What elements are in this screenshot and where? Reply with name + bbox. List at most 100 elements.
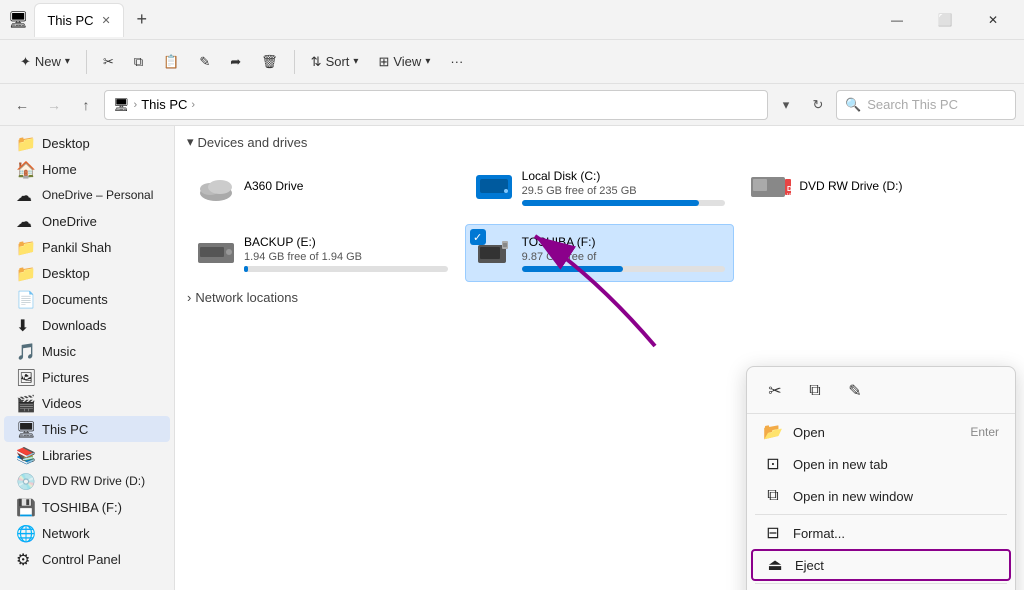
sidebar-item-pankil[interactable]: 📁 Pankil Shah	[4, 234, 170, 260]
tab-label: This PC	[47, 13, 93, 28]
drive-d[interactable]: D VD DVD RW Drive (D:)	[742, 158, 1012, 216]
sidebar-item-dvd[interactable]: 💿 DVD RW Drive (D:)	[4, 468, 170, 494]
delete-button[interactable]: 🗑	[253, 50, 286, 74]
cm-open-window-label: Open in new window	[793, 489, 999, 504]
eject-icon: ⏏	[765, 555, 785, 575]
main-tab[interactable]: This PC ✕	[34, 3, 123, 37]
cm-rename-button[interactable]: ✎	[839, 375, 871, 407]
svg-text:D: D	[787, 186, 791, 193]
drive-c-name: Local Disk (C:)	[522, 169, 726, 183]
sidebar-item-label: Libraries	[42, 448, 92, 463]
cloud-drive-icon	[196, 167, 236, 207]
copy-icon: ⧉	[134, 54, 143, 70]
sidebar-item-downloads[interactable]: ⬇ Downloads	[4, 312, 170, 338]
up-button[interactable]: ↑	[72, 91, 100, 119]
more-button[interactable]: ···	[442, 50, 471, 73]
new-dropdown-icon: ▾	[65, 56, 70, 67]
drive-c-info: Local Disk (C:) 29.5 GB free of 235 GB	[522, 169, 726, 206]
address-dropdown-button[interactable]: ▾	[772, 91, 800, 119]
folder-icon: 📁	[16, 134, 34, 152]
copy-button[interactable]: ⧉	[126, 50, 151, 74]
refresh-button[interactable]: ↻	[804, 91, 832, 119]
drive-a360[interactable]: A360 Drive	[187, 158, 457, 216]
sidebar-item-desktop2[interactable]: 📁 Desktop	[4, 260, 170, 286]
sidebar-item-label: Pankil Shah	[42, 240, 111, 255]
sidebar-item-documents[interactable]: 📄 Documents	[4, 286, 170, 312]
cm-pin-quick-item[interactable]: 📌 Pin to Quick access	[747, 586, 1015, 590]
cut-button[interactable]: ✂	[95, 50, 122, 74]
restore-button[interactable]: ⬜	[922, 4, 968, 36]
sidebar-item-music[interactable]: 🎵 Music	[4, 338, 170, 364]
usb-icon: 💾	[16, 498, 34, 516]
sort-button[interactable]: ⇅ Sort ▾	[303, 50, 367, 74]
document-icon: 📄	[16, 290, 34, 308]
sidebar-item-label: This PC	[42, 422, 88, 437]
open-window-icon: ⧉	[763, 486, 783, 506]
network-icon: 🌐	[16, 524, 34, 542]
paste-button[interactable]: 📋	[155, 50, 187, 74]
drive-e-name: BACKUP (E:)	[244, 235, 448, 249]
sidebar-item-label: Downloads	[42, 318, 106, 333]
sidebar-item-videos[interactable]: 🎬 Videos	[4, 390, 170, 416]
sidebar-item-desktop[interactable]: 📁 Desktop	[4, 130, 170, 156]
sidebar-item-network[interactable]: 🌐 Network	[4, 520, 170, 546]
paste-icon: 📋	[163, 54, 179, 70]
sidebar: 📁 Desktop 🏠 Home ☁ OneDrive – Personal ☁…	[0, 126, 175, 590]
search-placeholder: Search This PC	[867, 97, 958, 112]
view-dropdown-icon: ▾	[425, 56, 430, 67]
network-section-label: Network locations	[195, 290, 298, 305]
cm-open-item[interactable]: 📂 Open Enter	[747, 416, 1015, 448]
sidebar-item-onedrive-personal[interactable]: ☁ OneDrive – Personal	[4, 182, 170, 208]
path-segment-thispc: This PC	[141, 97, 187, 112]
sidebar-item-label: TOSHIBA (F:)	[42, 500, 122, 515]
sidebar-item-controlpanel[interactable]: ⚙ Control Panel	[4, 546, 170, 572]
format-icon: ⊟	[763, 523, 783, 543]
network-collapse-icon: ›	[187, 290, 191, 305]
rename-button[interactable]: ✎	[191, 50, 218, 74]
close-button[interactable]: ✕	[970, 4, 1016, 36]
address-path[interactable]: 🖥 › This PC ›	[104, 90, 768, 120]
hdd-icon	[474, 167, 514, 207]
folder-icon: 📁	[16, 264, 34, 282]
sidebar-item-thispc[interactable]: 🖥 This PC	[4, 416, 170, 442]
sidebar-item-toshiba[interactable]: 💾 TOSHIBA (F:)	[4, 494, 170, 520]
view-button[interactable]: ⊞ View ▾	[370, 50, 438, 74]
sidebar-item-pictures[interactable]: 🖼 Pictures	[4, 364, 170, 390]
forward-button[interactable]: →	[40, 91, 68, 119]
cm-format-label: Format...	[793, 526, 999, 541]
network-section-header[interactable]: › Network locations	[187, 290, 1012, 305]
tab-close-button[interactable]: ✕	[102, 14, 111, 27]
videos-icon: 🎬	[16, 394, 34, 412]
cm-eject-item[interactable]: ⏏ Eject	[751, 549, 1011, 581]
path-separator-1: ›	[134, 99, 138, 111]
sidebar-item-libraries[interactable]: 📚 Libraries	[4, 442, 170, 468]
sidebar-item-label: Control Panel	[42, 552, 121, 567]
cm-open-new-window-item[interactable]: ⧉ Open in new window	[747, 480, 1015, 512]
cm-copy-button[interactable]: ⧉	[799, 375, 831, 407]
minimize-button[interactable]: —	[874, 4, 920, 36]
back-button[interactable]: ←	[8, 91, 36, 119]
sidebar-item-home[interactable]: 🏠 Home	[4, 156, 170, 182]
drive-c-space: 29.5 GB free of 235 GB	[522, 185, 726, 197]
delete-icon: 🗑	[261, 54, 278, 70]
sort-dropdown-icon: ▾	[353, 56, 358, 67]
cloud-icon: ☁	[16, 186, 34, 204]
search-box[interactable]: 🔍 Search This PC	[836, 90, 1016, 120]
new-tab-button[interactable]: +	[128, 6, 156, 34]
cm-open-new-tab-item[interactable]: ⊡ Open in new tab	[747, 448, 1015, 480]
drive-e[interactable]: BACKUP (E:) 1.94 GB free of 1.94 GB	[187, 224, 457, 282]
open-tab-icon: ⊡	[763, 454, 783, 474]
devices-section-header[interactable]: ▾ Devices and drives	[187, 134, 1012, 150]
drive-c[interactable]: Local Disk (C:) 29.5 GB free of 235 GB	[465, 158, 735, 216]
pictures-icon: 🖼	[16, 368, 34, 386]
music-icon: 🎵	[16, 342, 34, 360]
drive-f-checkbox: ✓	[470, 229, 486, 245]
controlpanel-icon: ⚙	[16, 550, 34, 568]
download-icon: ⬇	[16, 316, 34, 334]
new-button[interactable]: ✦ New ▾	[12, 50, 78, 74]
share-button[interactable]: ➦	[222, 50, 249, 74]
drive-f[interactable]: ✓ TOSHIBA (F:) 9.87 GB free of	[465, 224, 735, 282]
cm-format-item[interactable]: ⊟ Format...	[747, 517, 1015, 549]
cm-cut-button[interactable]: ✂	[759, 375, 791, 407]
sidebar-item-onedrive[interactable]: ☁ OneDrive	[4, 208, 170, 234]
